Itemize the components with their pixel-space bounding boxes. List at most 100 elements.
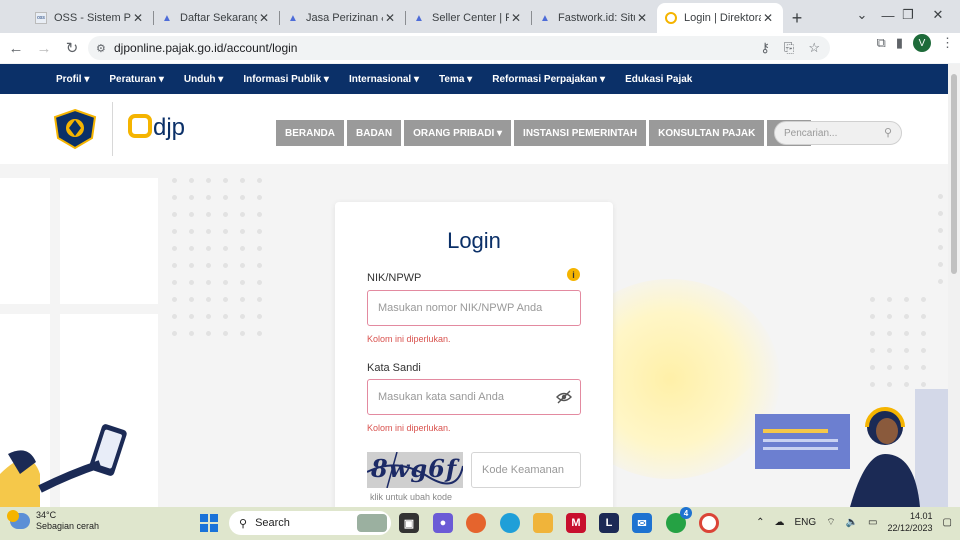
task-view-icon[interactable]: ▣ <box>399 513 419 533</box>
browser-tab[interactable]: ▲Daftar Sekarang, M✕ <box>153 3 279 33</box>
whatsapp-icon[interactable]: 4 <box>666 507 692 533</box>
install-icon[interactable]: ⎘ <box>784 40 794 56</box>
dot <box>172 263 177 268</box>
dot <box>189 314 194 319</box>
chrome-icon[interactable] <box>699 513 719 533</box>
menu-instansi-pemerintah-button[interactable]: INSTANSI PEMERINTAH <box>514 120 647 146</box>
language-indicator[interactable]: ENG <box>795 517 817 528</box>
nav-item-informasi-publik[interactable]: Informasi Publik ▾ <box>243 74 329 85</box>
nav-item-edukasi-pajak[interactable]: Edukasi Pajak <box>625 74 692 85</box>
close-icon[interactable]: ✕ <box>257 11 271 25</box>
firefox-icon[interactable] <box>466 513 486 533</box>
scrollbar-thumb[interactable] <box>951 74 957 274</box>
browser-tab[interactable]: ▲Jasa Perizinan & Pe✕ <box>279 3 405 33</box>
search-icon[interactable]: ⚲ <box>884 126 892 139</box>
volume-icon[interactable]: 🔈 <box>846 517 858 528</box>
dot <box>938 194 943 199</box>
menu-kebab-icon[interactable]: ⋮ <box>941 35 954 51</box>
dot <box>240 178 245 183</box>
forward-button[interactable]: → <box>30 34 58 62</box>
close-icon[interactable]: ✕ <box>383 11 397 25</box>
dot <box>223 331 228 336</box>
nav-item-profil[interactable]: Profil ▾ <box>56 74 89 85</box>
close-icon[interactable]: ✕ <box>131 11 145 25</box>
close-icon[interactable]: ✕ <box>635 11 649 25</box>
battery-icon[interactable]: ▭ <box>868 517 877 528</box>
info-icon[interactable]: i <box>567 268 580 281</box>
nik-label: NIK/NPWP <box>367 272 422 284</box>
nav-item-internasional[interactable]: Internasional ▾ <box>349 74 419 85</box>
dot <box>206 331 211 336</box>
browser-tab[interactable]: ossOSS - Sistem Perizi✕ <box>27 3 153 33</box>
browser-tab[interactable]: ▲Fastwork.id: Situs F✕ <box>531 3 657 33</box>
browser-toolbar: ← → ↻ ⚙ djponline.pajak.go.id/account/lo… <box>0 33 960 63</box>
dot <box>904 331 909 336</box>
key-icon[interactable]: ⚷ <box>760 40 770 56</box>
djp-logo[interactable]: djp <box>128 108 198 153</box>
dot <box>223 280 228 285</box>
nav-item-reformasi-perpajakan[interactable]: Reformasi Perpajakan ▾ <box>492 74 605 85</box>
dot <box>223 229 228 234</box>
mail-icon[interactable]: ✉ <box>632 513 652 533</box>
side-panel-icon[interactable]: ▮ <box>896 35 903 51</box>
dot <box>206 314 211 319</box>
close-icon[interactable]: ✕ <box>509 11 523 25</box>
browser-tab-active[interactable]: Login | Direktorat J✕ <box>657 3 783 33</box>
nik-input[interactable]: Masukan nomor NIK/NPWP Anda <box>367 290 581 326</box>
file-explorer-icon[interactable] <box>533 513 553 533</box>
dot <box>189 331 194 336</box>
password-input[interactable]: Masukan kata sandi Anda <box>367 379 581 415</box>
bookmark-star-icon[interactable]: ☆ <box>808 40 820 56</box>
notifications-icon[interactable]: ▢ <box>943 517 952 528</box>
nav-item-tema[interactable]: Tema ▾ <box>439 74 472 85</box>
dot <box>938 279 943 284</box>
captcha-image[interactable]: 8wg6f <box>367 452 463 488</box>
site-info-icon[interactable]: ⚙ <box>96 42 114 55</box>
l-app-icon[interactable]: L <box>599 513 619 533</box>
dot <box>206 297 211 302</box>
edge-icon[interactable] <box>500 513 520 533</box>
menu-beranda-button[interactable]: BERANDA <box>276 120 344 146</box>
dot <box>240 229 245 234</box>
back-button[interactable]: ← <box>2 34 30 62</box>
close-icon[interactable]: ✕ <box>761 11 775 25</box>
weather-widget[interactable]: 34°C Sebagian cerah <box>7 510 100 532</box>
taskbar-search[interactable]: ⚲ Search <box>229 511 391 535</box>
security-code-input[interactable]: Kode Keamanan <box>471 452 581 488</box>
page-scrollbar[interactable] <box>948 64 960 507</box>
system-clock[interactable]: 14.01 22/12/2023 <box>888 510 933 534</box>
captcha-refresh-link[interactable]: klik untuk ubah kode <box>370 492 452 502</box>
nav-item-peraturan[interactable]: Peraturan ▾ <box>109 74 164 85</box>
dot <box>887 348 892 353</box>
menu-orang-pribadi-button[interactable]: ORANG PRIBADI ▾ <box>404 120 512 146</box>
mcafee-icon[interactable]: M <box>566 513 586 533</box>
nav-item-unduh[interactable]: Unduh ▾ <box>184 74 223 85</box>
browser-tab[interactable]: ▲Seller Center | Fast✕ <box>405 3 531 33</box>
dot <box>887 314 892 319</box>
wifi-icon[interactable]: ⌔ <box>826 516 835 529</box>
extensions-icon[interactable]: ⧉ <box>877 35 886 51</box>
close-window-button[interactable]: ✕ <box>916 0 960 30</box>
eye-slash-icon[interactable] <box>556 390 572 407</box>
menu-konsultan-pajak-button[interactable]: KONSULTAN PAJAK <box>649 120 765 146</box>
weather-description: Sebagian cerah <box>36 521 100 531</box>
dot <box>172 331 177 336</box>
chat-icon[interactable]: ● <box>433 513 453 533</box>
dot <box>189 212 194 217</box>
windows-start-icon[interactable] <box>200 514 218 532</box>
chevron-up-icon[interactable]: ⌃ <box>756 517 764 528</box>
logo-divider <box>112 102 113 156</box>
kemenkeu-emblem-icon[interactable] <box>52 108 98 150</box>
window-pane-decoration <box>60 178 158 304</box>
menu-badan-button[interactable]: BADAN <box>347 120 402 146</box>
site-search-input[interactable]: Pencarian... ⚲ <box>774 121 902 145</box>
reload-button[interactable]: ↻ <box>58 34 86 62</box>
profile-avatar[interactable]: V <box>913 34 931 52</box>
onedrive-cloud-icon[interactable]: ☁ <box>775 517 785 528</box>
new-tab-button[interactable]: + <box>783 3 811 33</box>
dot <box>870 314 875 319</box>
dot <box>257 178 262 183</box>
dot <box>223 246 228 251</box>
address-bar[interactable]: ⚙ djponline.pajak.go.id/account/login ⚷ … <box>88 36 830 60</box>
window-pane-decoration <box>0 178 50 304</box>
